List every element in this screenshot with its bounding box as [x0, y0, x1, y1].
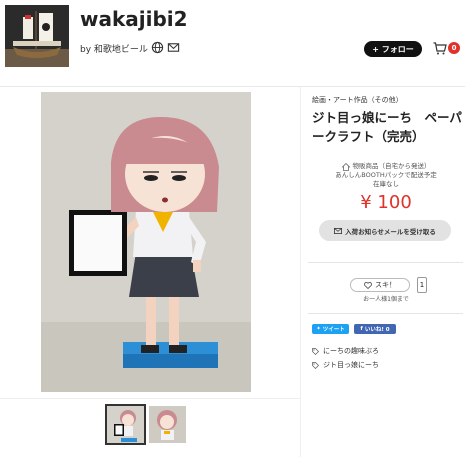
- mail-icon: [334, 227, 343, 234]
- mail-icon[interactable]: [167, 41, 180, 54]
- tag-item[interactable]: にーちの趣味ぶろ: [312, 346, 379, 356]
- product-main-photo[interactable]: [41, 92, 251, 392]
- owner-name[interactable]: 和歌地ビール: [94, 45, 148, 55]
- column-divider: [300, 87, 301, 457]
- restock-notify-button[interactable]: 入荷お知らせメールを受け取る: [319, 220, 451, 241]
- house-icon: [341, 162, 350, 171]
- facebook-label: いいね! 0: [364, 327, 390, 333]
- product-price: ¥ 100: [360, 192, 412, 213]
- shop-name[interactable]: wakajibi2: [80, 7, 188, 31]
- purchase-limit-note: お一人様1個まで: [363, 296, 409, 303]
- tag-icon: [312, 361, 319, 369]
- twitter-icon: ✦: [316, 326, 321, 332]
- by-prefix: by: [80, 45, 92, 55]
- globe-icon[interactable]: [151, 41, 164, 54]
- like-label: スキ！: [375, 281, 396, 289]
- cart-icon[interactable]: [433, 42, 447, 55]
- like-button[interactable]: スキ！: [350, 278, 410, 292]
- like-count: 1: [417, 277, 427, 293]
- thumbnail-2[interactable]: [149, 406, 186, 443]
- ship-type: 物販商品（自宅から発送）: [352, 162, 431, 170]
- product-title: ジト目っ娘にーち ペーパークラフト（完売）: [312, 110, 462, 144]
- tweet-button[interactable]: ✦ ツイート: [312, 324, 349, 334]
- notify-label: 入荷お知らせメールを受け取る: [345, 227, 436, 236]
- ship-note: あんしんBOOTHパックで配送予定: [335, 171, 437, 179]
- shop-owner: by 和歌地ビール: [80, 42, 148, 55]
- tag-label: ジト目っ娘にーち: [323, 361, 379, 369]
- stock-status: 在庫なし: [373, 180, 399, 188]
- tag-item[interactable]: ジト目っ娘にーち: [312, 360, 379, 370]
- facebook-like-button[interactable]: f いいね! 0: [354, 324, 396, 334]
- follow-button[interactable]: + フォロー: [364, 41, 422, 57]
- shop-header: wakajibi2 by 和歌地ビール + フォロー 0: [0, 0, 465, 72]
- facebook-icon: f: [360, 326, 363, 332]
- tag-label: にーちの趣味ぶろ: [323, 347, 379, 355]
- divider: [308, 262, 463, 263]
- shipping-info: 物販商品（自宅から発送） あんしんBOOTHパックで配送予定 在庫なし: [312, 162, 460, 189]
- shop-thumbnail[interactable]: [5, 5, 69, 67]
- heart-icon: [364, 281, 372, 289]
- cart-count-badge: 0: [448, 42, 460, 54]
- tag-icon: [312, 347, 319, 355]
- thumbnail-1[interactable]: [105, 404, 146, 445]
- tweet-label: ツイート: [322, 327, 345, 333]
- divider: [308, 313, 463, 314]
- product-category[interactable]: 絵画・アート作品（その他）: [312, 95, 403, 105]
